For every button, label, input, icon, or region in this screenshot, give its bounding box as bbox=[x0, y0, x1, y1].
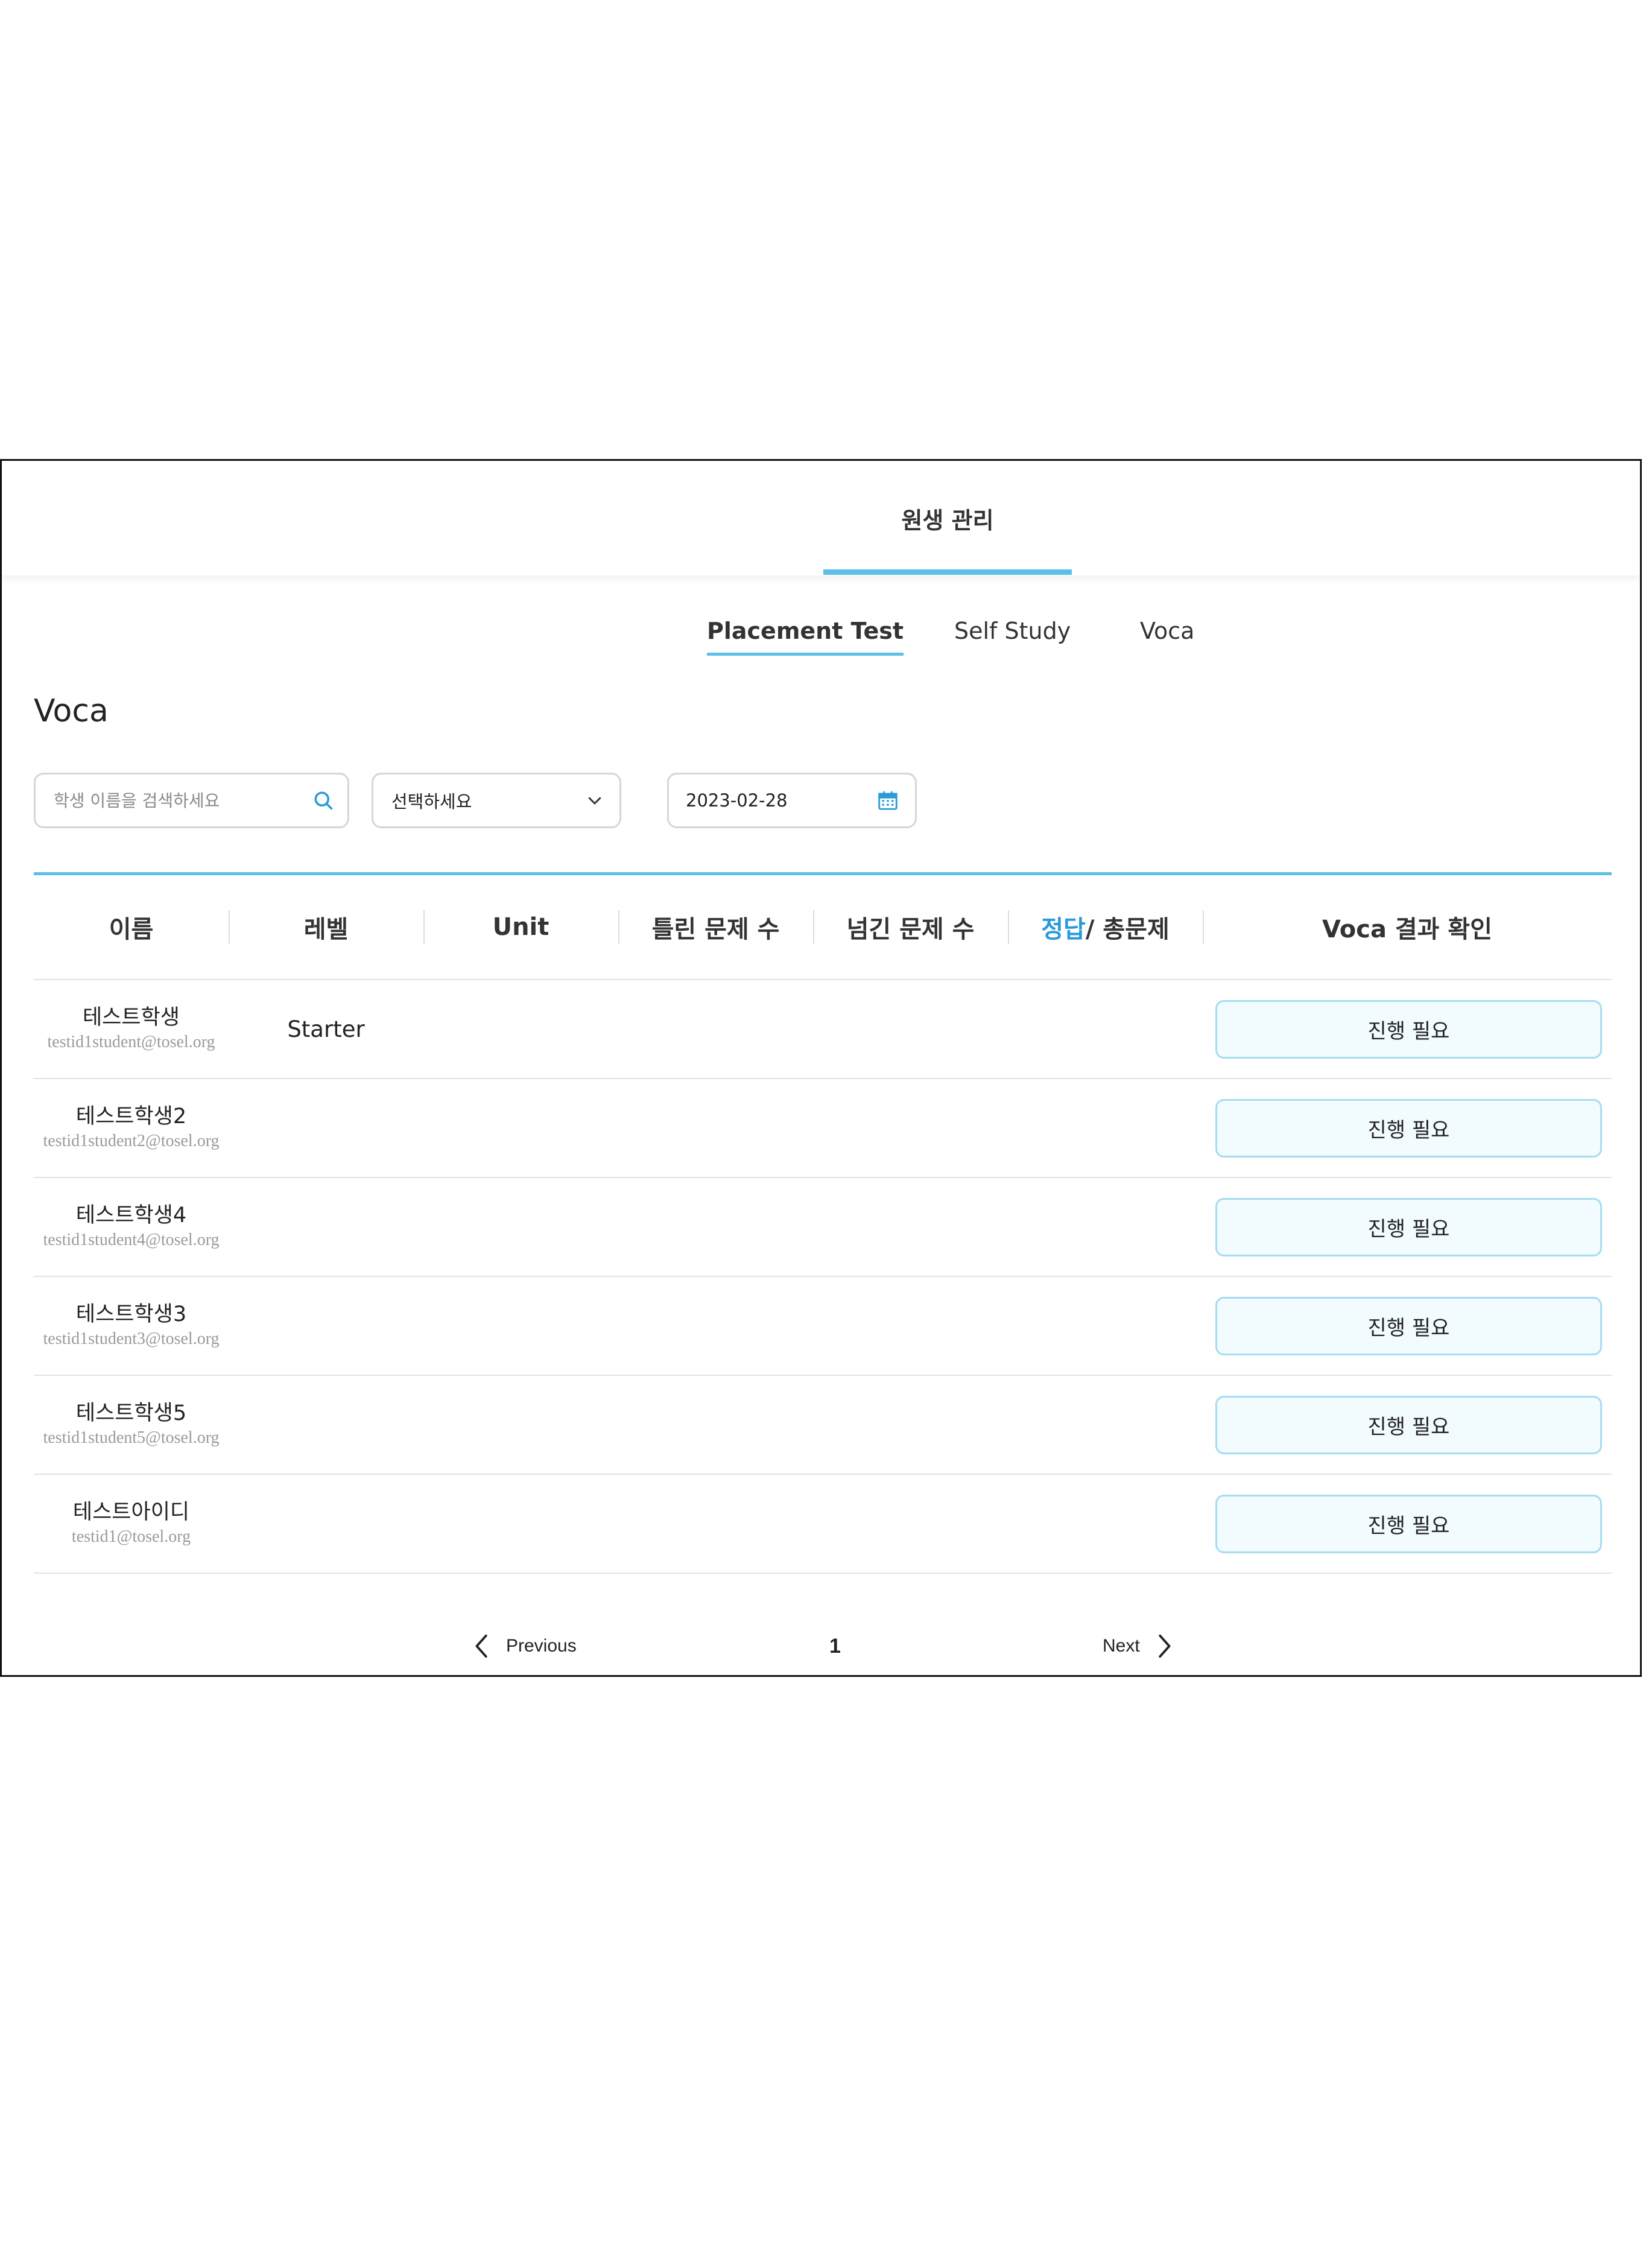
tab-placement-test[interactable]: Placement Test bbox=[707, 618, 904, 656]
progress-required-button[interactable]: 진행 필요 bbox=[1215, 1396, 1602, 1454]
top-navigation: 원생 관리 bbox=[2, 461, 1640, 575]
table-header: 이름 레벨 Unit 틀린 문제 수 넘긴 문제 수 정답 / 총문제 Voca … bbox=[34, 875, 1612, 980]
chevron-left-icon bbox=[472, 1632, 493, 1660]
student-level bbox=[229, 1178, 423, 1276]
level-select-value: 선택하세요 bbox=[391, 791, 472, 812]
next-label: Next bbox=[1103, 1636, 1140, 1656]
progress-required-button[interactable]: 진행 필요 bbox=[1215, 1495, 1602, 1553]
header-skipped-count: 넘긴 문제 수 bbox=[846, 916, 975, 943]
table-row: 테스트학생 testid1student@tosel.org Starter 진… bbox=[34, 980, 1612, 1079]
student-name: 테스트학생3 bbox=[75, 1302, 187, 1326]
header-level: 레벨 bbox=[303, 916, 349, 943]
student-cell: 테스트학생3 testid1student3@tosel.org bbox=[34, 1277, 229, 1375]
student-email: testid1student2@tosel.org bbox=[43, 1131, 220, 1150]
calendar-icon[interactable] bbox=[876, 789, 899, 812]
active-tab-indicator bbox=[823, 569, 1072, 575]
chevron-right-icon bbox=[1153, 1632, 1174, 1660]
student-email: testid1@tosel.org bbox=[71, 1527, 191, 1546]
student-cell: 테스트아이디 testid1@tosel.org bbox=[34, 1475, 229, 1573]
tab-voca[interactable]: Voca bbox=[1140, 618, 1194, 653]
next-page-button[interactable]: Next bbox=[1103, 1625, 1174, 1667]
header-correct-total: 정답 / 총문제 bbox=[1008, 875, 1203, 979]
student-name: 테스트아이디 bbox=[72, 1500, 190, 1524]
search-input[interactable] bbox=[52, 790, 312, 811]
header-total-label: / 총문제 bbox=[1085, 916, 1170, 943]
progress-required-button[interactable]: 진행 필요 bbox=[1215, 1000, 1602, 1059]
header-voca-result: Voca 결과 확인 bbox=[1322, 916, 1492, 943]
app-frame: 원생 관리 Placement Test Self Study Voca Voc… bbox=[0, 459, 1642, 1677]
page-title: Voca bbox=[34, 693, 109, 729]
progress-required-button[interactable]: 진행 필요 bbox=[1215, 1099, 1602, 1158]
table-row: 테스트학생5 testid1student5@tosel.org 진행 필요 bbox=[34, 1376, 1612, 1475]
header-wrong-count: 틀린 문제 수 bbox=[651, 916, 780, 943]
student-cell: 테스트학생5 testid1student5@tosel.org bbox=[34, 1376, 229, 1474]
pagination: Previous 1 Next bbox=[2, 1625, 1640, 1667]
student-email: testid1student@tosel.org bbox=[47, 1032, 215, 1051]
student-email: testid1student5@tosel.org bbox=[43, 1428, 220, 1447]
header-name: 이름 bbox=[109, 916, 154, 943]
previous-label: Previous bbox=[506, 1636, 577, 1656]
voca-table: 이름 레벨 Unit 틀린 문제 수 넘긴 문제 수 정답 / 총문제 Voca … bbox=[34, 872, 1612, 1574]
level-select[interactable]: 선택하세요 bbox=[372, 773, 621, 828]
student-level bbox=[229, 1376, 423, 1474]
table-row: 테스트학생2 testid1student2@tosel.org 진행 필요 bbox=[34, 1079, 1612, 1178]
tab-student-management[interactable]: 원생 관리 bbox=[823, 461, 1072, 575]
page-number-current[interactable]: 1 bbox=[829, 1625, 841, 1667]
student-level: Starter bbox=[287, 1016, 365, 1042]
student-level bbox=[229, 1475, 423, 1573]
progress-required-button[interactable]: 진행 필요 bbox=[1215, 1198, 1602, 1256]
student-cell: 테스트학생4 testid1student4@tosel.org bbox=[34, 1178, 229, 1276]
header-correct-label: 정답 bbox=[1041, 916, 1086, 943]
date-value: 2023-02-28 bbox=[686, 790, 788, 811]
search-box bbox=[34, 773, 349, 828]
progress-required-button[interactable]: 진행 필요 bbox=[1215, 1297, 1602, 1355]
student-level bbox=[229, 1079, 423, 1177]
table-row: 테스트학생4 testid1student4@tosel.org 진행 필요 bbox=[34, 1178, 1612, 1277]
search-icon[interactable] bbox=[312, 790, 334, 811]
tab-self-study[interactable]: Self Study bbox=[954, 618, 1071, 653]
student-name: 테스트학생5 bbox=[75, 1401, 187, 1425]
student-cell: 테스트학생2 testid1student2@tosel.org bbox=[34, 1079, 229, 1177]
chevron-down-icon bbox=[586, 791, 604, 809]
header-unit: Unit bbox=[492, 913, 549, 941]
student-name: 테스트학생 bbox=[82, 1005, 180, 1030]
student-email: testid1student3@tosel.org bbox=[43, 1329, 220, 1348]
student-cell: 테스트학생 testid1student@tosel.org bbox=[34, 980, 229, 1078]
date-picker[interactable]: 2023-02-28 bbox=[667, 773, 917, 828]
table-row: 테스트아이디 testid1@tosel.org 진행 필요 bbox=[34, 1475, 1612, 1574]
student-level bbox=[229, 1277, 423, 1375]
student-name: 테스트학생4 bbox=[75, 1203, 187, 1227]
student-name: 테스트학생2 bbox=[75, 1104, 187, 1129]
table-row: 테스트학생3 testid1student3@tosel.org 진행 필요 bbox=[34, 1277, 1612, 1376]
sub-tab-bar: Placement Test Self Study Voca bbox=[2, 618, 1640, 666]
previous-page-button[interactable]: Previous bbox=[472, 1625, 577, 1667]
student-email: testid1student4@tosel.org bbox=[43, 1230, 220, 1249]
